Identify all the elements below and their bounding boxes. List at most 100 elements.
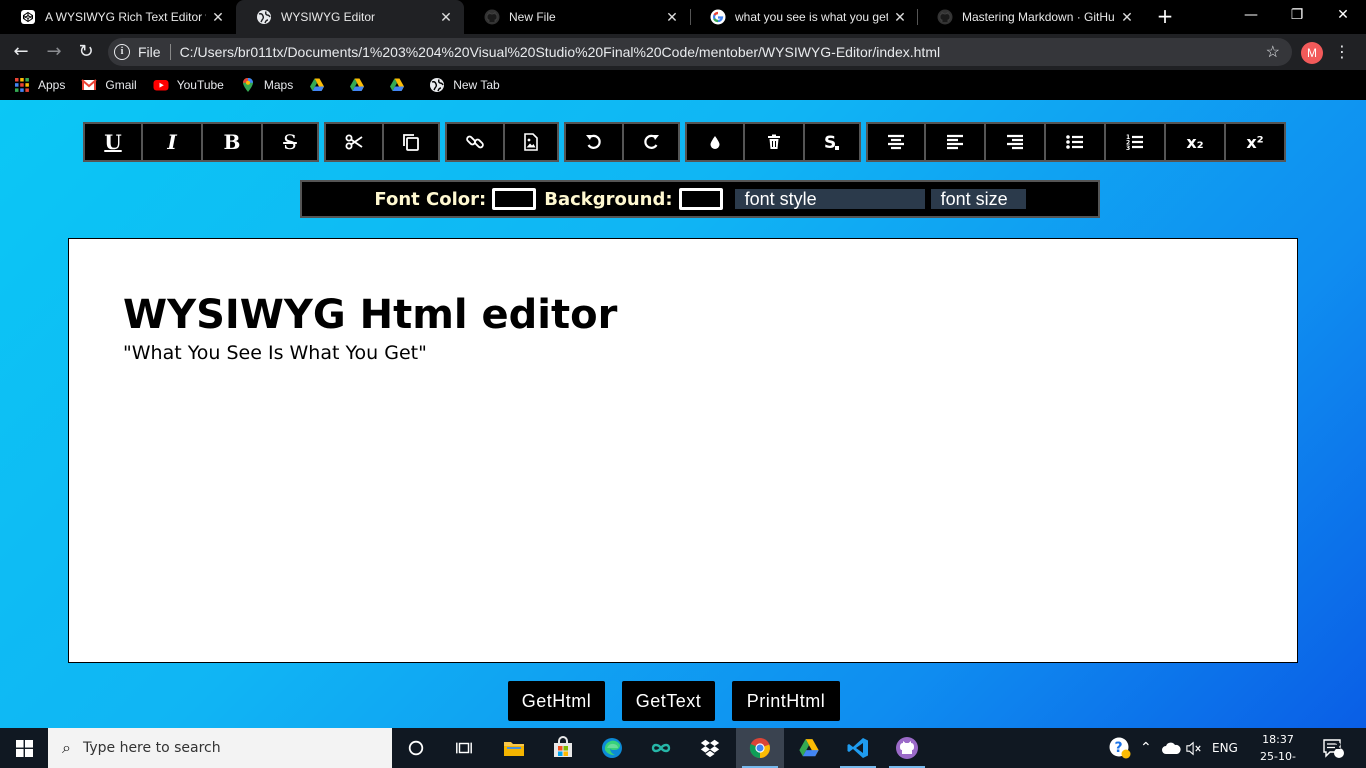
history-group xyxy=(564,122,680,162)
cut-button[interactable] xyxy=(324,122,384,162)
background-color-picker[interactable] xyxy=(678,188,723,210)
tab-strip: A WYSIWYG Rich Text Editor wi ✕ WYSIWYG … xyxy=(0,0,1366,34)
copy-icon xyxy=(403,134,419,151)
taskbar: ⌕ Type here to search ? ⌃ ENG 18:37 25-1… xyxy=(0,728,1366,768)
vscode-button[interactable] xyxy=(834,728,882,768)
tab-google-search[interactable]: what you see is what you get e ✕ xyxy=(690,0,918,34)
arduino-button[interactable] xyxy=(637,728,685,768)
folder-icon xyxy=(504,742,524,756)
close-icon[interactable]: ✕ xyxy=(438,9,454,26)
address-bar[interactable]: i File C:/Users/br011tx/Documents/1%203%… xyxy=(108,38,1292,66)
window-close-button[interactable]: ✕ xyxy=(1320,4,1366,26)
align-left-button[interactable] xyxy=(926,122,986,162)
file-explorer-button[interactable] xyxy=(490,728,538,768)
cortana-circle-icon xyxy=(408,740,424,756)
tab-mastering-markdown[interactable]: Mastering Markdown · GitHub ✕ xyxy=(917,0,1145,34)
get-text-button[interactable]: GetText xyxy=(622,681,715,721)
bookmark-new-tab[interactable]: New Tab xyxy=(429,77,500,93)
chrome-button[interactable] xyxy=(736,728,784,768)
close-icon[interactable]: ✕ xyxy=(892,9,908,26)
font-size-select[interactable]: font size xyxy=(930,189,1026,209)
clear-format-button[interactable]: S xyxy=(805,122,861,162)
restore-button[interactable]: ❐ xyxy=(1274,4,1320,26)
bookmark-gmail[interactable]: Gmail xyxy=(81,77,137,93)
edge-button[interactable] xyxy=(588,728,636,768)
strikethrough-button[interactable]: S xyxy=(263,122,319,162)
google-drive-button[interactable] xyxy=(785,728,833,768)
reload-button[interactable]: ↻ xyxy=(74,40,98,64)
close-icon[interactable]: ✕ xyxy=(1119,9,1135,26)
align-list-group: 123 x₂ x² xyxy=(866,122,1286,162)
tab-title: A WYSIWYG Rich Text Editor wi xyxy=(45,10,206,24)
bookmark-maps[interactable]: Maps xyxy=(240,77,293,93)
clock-date: 25-10-2020 xyxy=(1260,750,1296,768)
chevron-up-icon[interactable]: ⌃ xyxy=(1140,728,1152,768)
svg-text:S: S xyxy=(824,133,836,152)
store-button[interactable] xyxy=(539,728,587,768)
font-style-select[interactable]: font style xyxy=(734,189,925,209)
dropbox-button[interactable] xyxy=(686,728,734,768)
taskbar-search[interactable]: ⌕ Type here to search xyxy=(48,728,392,768)
bookmark-drive-2[interactable] xyxy=(349,77,373,93)
github-desktop-button[interactable] xyxy=(883,728,931,768)
link-button[interactable] xyxy=(445,122,505,162)
clock[interactable]: 18:37 25-10-2020 xyxy=(1248,731,1308,768)
forward-button[interactable]: → xyxy=(42,40,66,64)
cortana-button[interactable] xyxy=(392,728,440,768)
align-center-button[interactable] xyxy=(866,122,926,162)
minimize-button[interactable]: — xyxy=(1228,4,1274,26)
italic-button[interactable]: I xyxy=(143,122,203,162)
tab-wysiwyg-editor[interactable]: WYSIWYG Editor ✕ xyxy=(236,0,464,34)
speaker-muted-icon[interactable] xyxy=(1186,728,1202,768)
bookmark-youtube[interactable]: YouTube xyxy=(153,77,224,93)
new-tab-button[interactable]: + xyxy=(1154,6,1176,28)
delete-button[interactable] xyxy=(745,122,805,162)
droplet-icon xyxy=(710,136,720,149)
language-indicator[interactable]: ENG xyxy=(1212,728,1238,768)
drive-icon xyxy=(309,77,325,93)
close-icon[interactable]: ✕ xyxy=(210,9,226,26)
close-icon[interactable]: ✕ xyxy=(664,9,680,26)
notification-center-button[interactable]: 2 xyxy=(1322,728,1344,768)
subscript-button[interactable]: x₂ xyxy=(1166,122,1226,162)
underline-button[interactable]: U xyxy=(83,122,143,162)
bookmark-apps[interactable]: Apps xyxy=(14,77,65,93)
redo-button[interactable] xyxy=(624,122,680,162)
undo-icon xyxy=(586,134,601,149)
menu-kebab-icon[interactable]: ⋮ xyxy=(1334,42,1350,62)
bookmark-drive-1[interactable] xyxy=(309,77,333,93)
info-icon[interactable]: i xyxy=(114,44,130,60)
tab-title: Mastering Markdown · GitHub xyxy=(962,10,1115,24)
url-text[interactable]: C:/Users/br011tx/Documents/1%203%204%20V… xyxy=(180,44,1266,60)
editor-subtitle[interactable]: "What You See Is What You Get" xyxy=(123,342,427,364)
help-tray-icon[interactable]: ? xyxy=(1108,728,1132,768)
bookmark-star-icon[interactable]: ☆ xyxy=(1266,42,1280,62)
align-right-button[interactable] xyxy=(986,122,1046,162)
copy-button[interactable] xyxy=(384,122,440,162)
start-button[interactable] xyxy=(0,728,48,768)
undo-button[interactable] xyxy=(564,122,624,162)
bullet-list-button[interactable] xyxy=(1046,122,1106,162)
superscript-button[interactable]: x² xyxy=(1226,122,1286,162)
editor-heading[interactable]: WYSIWYG Html editor xyxy=(123,292,617,338)
get-html-button[interactable]: GetHtml xyxy=(508,681,605,721)
editor-area[interactable]: WYSIWYG Html editor "What You See Is Wha… xyxy=(68,238,1298,663)
numbered-list-button[interactable]: 123 xyxy=(1106,122,1166,162)
tab-codepen[interactable]: A WYSIWYG Rich Text Editor wi ✕ xyxy=(0,0,236,34)
profile-avatar[interactable]: M xyxy=(1301,42,1323,64)
bookmark-label: Gmail xyxy=(105,78,137,92)
chrome-icon xyxy=(749,738,770,759)
bold-button[interactable]: B xyxy=(203,122,263,162)
bookmark-drive-3[interactable] xyxy=(389,77,413,93)
font-color-picker[interactable] xyxy=(492,188,537,210)
bookmark-label: Maps xyxy=(263,78,294,92)
print-html-button[interactable]: PrintHtml xyxy=(732,681,840,721)
onedrive-cloud-icon[interactable] xyxy=(1161,728,1181,768)
insert-group xyxy=(445,122,559,162)
task-view-button[interactable] xyxy=(440,728,488,768)
task-view-icon xyxy=(456,742,472,754)
color-fill-button[interactable] xyxy=(685,122,745,162)
back-button[interactable]: ← xyxy=(9,40,33,64)
insert-image-button[interactable] xyxy=(505,122,559,162)
tab-new-file[interactable]: New File ✕ xyxy=(464,0,690,34)
